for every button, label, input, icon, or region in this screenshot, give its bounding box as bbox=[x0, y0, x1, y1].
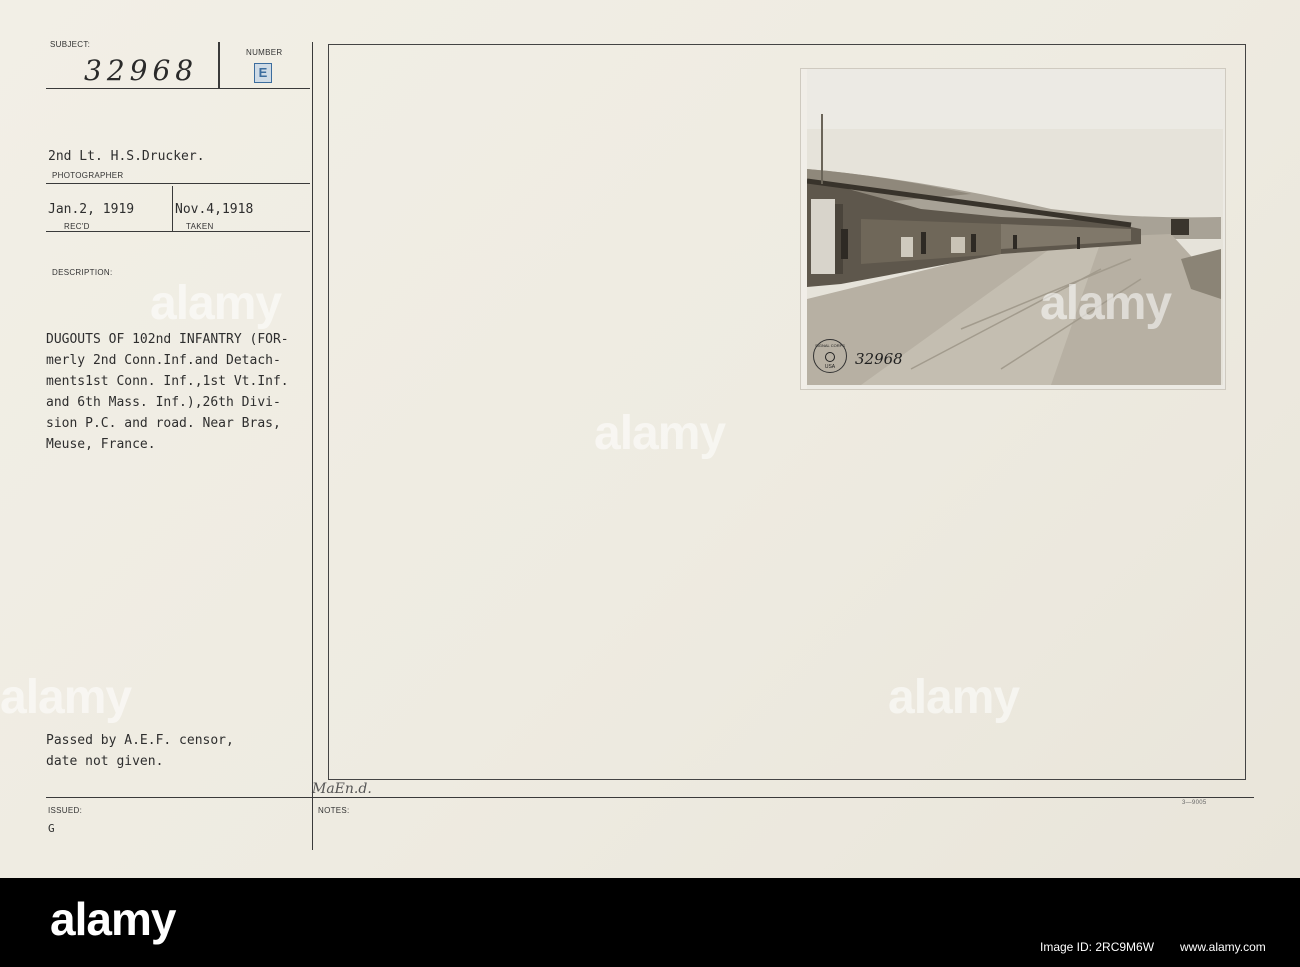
date-divider bbox=[172, 186, 173, 231]
censor-line: date not given. bbox=[46, 754, 164, 769]
issued-value: G bbox=[48, 822, 55, 835]
description-line: merly 2nd Conn.Inf.and Detach- bbox=[46, 353, 281, 368]
censor-line: Passed by A.E.F. censor, bbox=[46, 733, 234, 748]
description-text: DUGOUTS OF 102nd INFANTRY (FOR- merly 2n… bbox=[46, 332, 289, 458]
form-number: 3—9005 bbox=[1182, 800, 1207, 806]
footer-brand-logo: alamy bbox=[50, 893, 176, 945]
description-line: sion P.C. and road. Near Bras, bbox=[46, 416, 281, 431]
photographer-name: 2nd Lt. H.S.Drucker. bbox=[48, 149, 205, 164]
photo-scene bbox=[801, 69, 1225, 389]
subject-number-divider bbox=[218, 42, 220, 88]
signal-corps-stamp: SIGNAL CORPS USA bbox=[813, 339, 847, 373]
description-line: Meuse, France. bbox=[46, 437, 156, 452]
stamp-sub-text: USA bbox=[824, 364, 836, 370]
number-value: E bbox=[254, 63, 272, 83]
stock-footer: alamy Image ID: 2RC9M6W www.alamy.com bbox=[0, 878, 1300, 967]
watermark: alamy bbox=[0, 671, 132, 724]
watermark: alamy bbox=[888, 671, 1020, 724]
issued-label: ISSUED: bbox=[48, 806, 83, 815]
photographer-label: PHOTOGRAPHER bbox=[52, 171, 124, 180]
subject-number: 32968 bbox=[84, 54, 199, 87]
taken-label: TAKEN bbox=[186, 222, 214, 231]
notes-label: NOTES: bbox=[318, 806, 350, 815]
photo-number: 32968 bbox=[855, 350, 903, 368]
watermark: alamy bbox=[1040, 277, 1172, 330]
stamp-top-text: SIGNAL CORPS bbox=[815, 343, 845, 348]
subject-underline bbox=[46, 88, 310, 89]
photographer-underline bbox=[46, 183, 310, 184]
number-label: NUMBER bbox=[246, 48, 283, 57]
description-label: DESCRIPTION: bbox=[52, 268, 113, 277]
description-line: DUGOUTS OF 102nd INFANTRY (FOR- bbox=[46, 332, 289, 347]
stamp-cross-icon bbox=[825, 352, 835, 362]
watermark: alamy bbox=[594, 407, 726, 460]
bottom-rule bbox=[46, 797, 1254, 798]
column-divider bbox=[312, 42, 313, 850]
archive-card: SUBJECT: 32968 NUMBER E 2nd Lt. H.S.Druc… bbox=[0, 0, 1300, 878]
mounted-photograph: SIGNAL CORPS USA 32968 bbox=[800, 68, 1226, 390]
subject-label: SUBJECT: bbox=[50, 40, 91, 49]
censor-text: Passed by A.E.F. censor, date not given. bbox=[46, 733, 234, 775]
footer-site-link[interactable]: www.alamy.com bbox=[1180, 940, 1266, 954]
notes-handwritten: MaEn.d. bbox=[312, 781, 372, 797]
description-line: ments1st Conn. Inf.,1st Vt.Inf. bbox=[46, 374, 289, 389]
footer-image-id: Image ID: 2RC9M6W bbox=[1040, 940, 1155, 954]
description-line: and 6th Mass. Inf.),26th Divi- bbox=[46, 395, 281, 410]
date-underline bbox=[46, 231, 310, 232]
received-label: REC'D bbox=[64, 222, 90, 231]
watermark: alamy bbox=[150, 277, 282, 330]
taken-date: Nov.4,1918 bbox=[175, 202, 254, 217]
received-date: Jan.2, 1919 bbox=[48, 202, 135, 217]
